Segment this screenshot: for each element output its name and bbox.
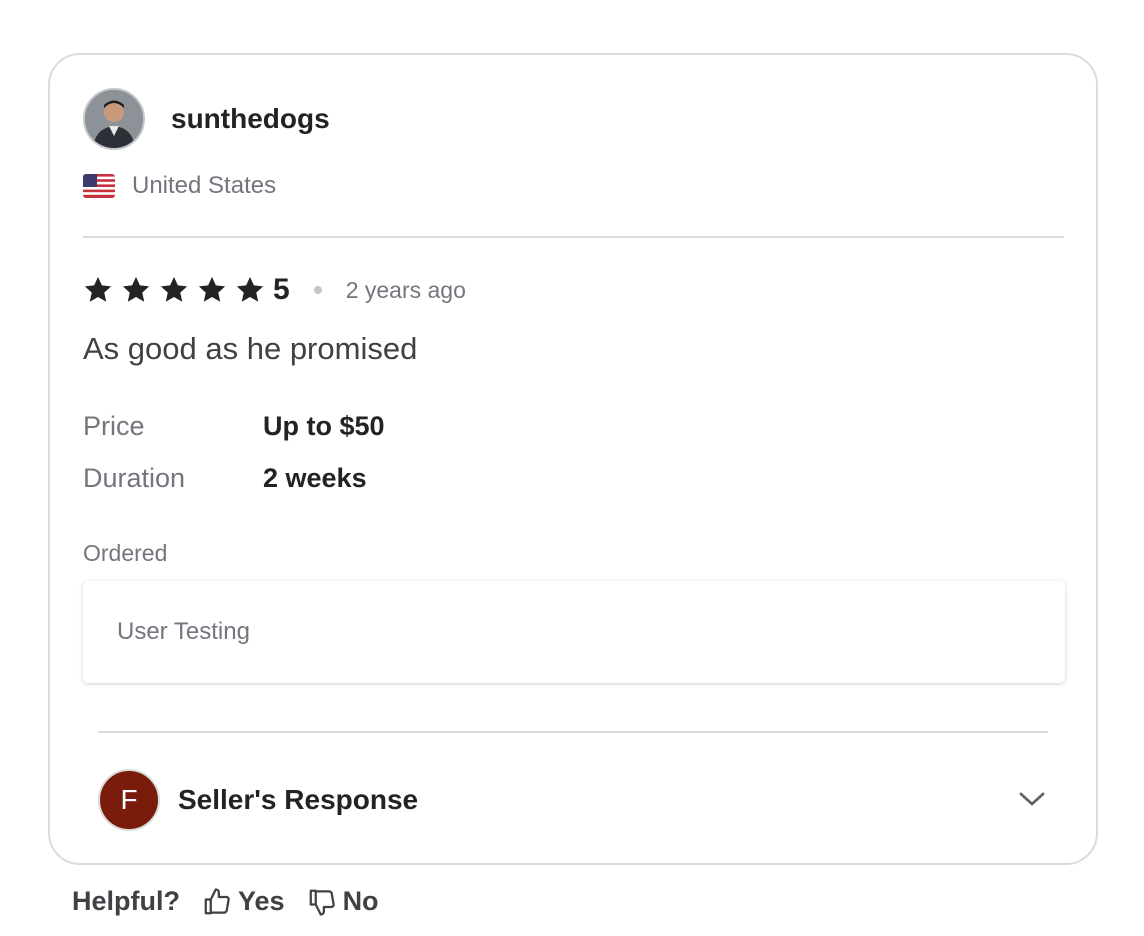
thumbs-down-icon: [309, 889, 335, 916]
seller-avatar: F: [98, 769, 160, 831]
us-flag-icon: [83, 174, 115, 198]
helpful-no-label: No: [342, 886, 379, 916]
divider: [83, 236, 1064, 238]
review-card: sunthedogs United States 5 2 years ago A…: [48, 53, 1098, 865]
helpful-label: Helpful?: [72, 886, 180, 916]
username[interactable]: sunthedogs: [171, 103, 330, 135]
ordered-item-card[interactable]: User Testing: [83, 581, 1065, 683]
star-icon: [236, 276, 264, 302]
meta-price-value: Up to $50: [263, 411, 385, 441]
chevron-down-icon[interactable]: [1016, 783, 1048, 815]
thumbs-up-icon: [204, 887, 230, 914]
star-icon: [122, 276, 150, 302]
star-icon: [160, 276, 188, 302]
meta-price: Price Up to $50: [83, 411, 385, 442]
ordered-item-title: User Testing: [117, 618, 250, 645]
meta-duration-value: 2 weeks: [263, 463, 367, 493]
meta-price-label: Price: [83, 411, 145, 441]
star-icon: [84, 276, 112, 302]
reviewer-header: sunthedogs: [83, 88, 330, 150]
avatar[interactable]: [83, 88, 145, 150]
helpful-no-button[interactable]: No: [307, 886, 379, 917]
ordered-label: Ordered: [83, 540, 168, 566]
review-text: As good as he promised: [83, 331, 418, 366]
seller-response-toggle[interactable]: F Seller's Response: [98, 767, 1048, 833]
meta-duration: Duration 2 weeks: [83, 463, 367, 494]
rating-score: 5: [273, 273, 290, 306]
divider: [98, 731, 1048, 733]
helpful-row: Helpful? Yes No: [72, 886, 379, 917]
rating-row: 5 2 years ago: [83, 273, 466, 307]
separator-dot: [313, 286, 322, 294]
helpful-yes-label: Yes: [238, 886, 285, 916]
helpful-yes-button[interactable]: Yes: [202, 886, 285, 917]
country-name: United States: [132, 172, 277, 199]
seller-response-label: Seller's Response: [178, 784, 419, 815]
reviewer-country: United States: [83, 172, 276, 200]
review-time: 2 years ago: [345, 276, 466, 303]
meta-duration-label: Duration: [83, 463, 186, 493]
star-icon: [198, 276, 226, 302]
